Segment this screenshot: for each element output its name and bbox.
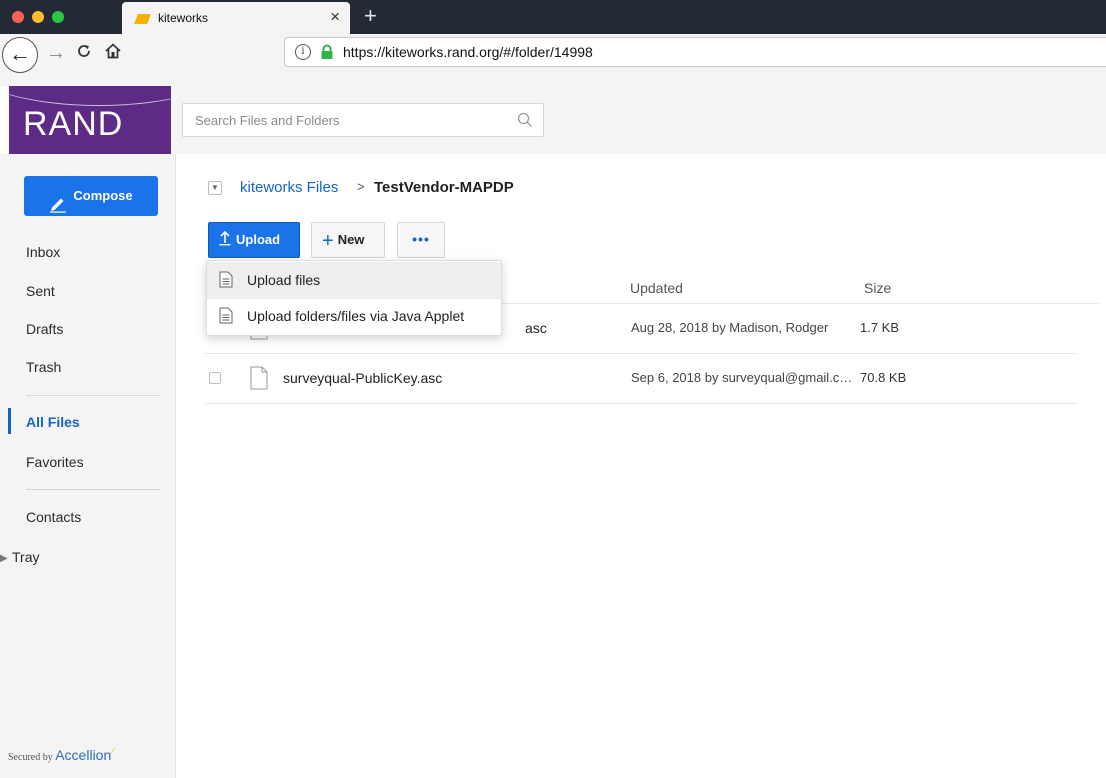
tab-close-icon[interactable]: × [330, 7, 340, 27]
active-item-marker [8, 408, 11, 434]
url-text[interactable]: https://kiteworks.rand.org/#/folder/1499… [343, 44, 593, 60]
upload-button[interactable]: Upload [208, 222, 300, 258]
search-box[interactable] [182, 103, 544, 137]
home-icon[interactable] [104, 42, 122, 65]
file-size: 70.8 KB [860, 370, 907, 385]
new-button[interactable]: + New [311, 222, 385, 258]
kiteworks-favicon-icon [134, 14, 151, 24]
sidebar-item-inbox[interactable]: Inbox [26, 244, 60, 260]
file-updated: Aug 28, 2018 by Madison, Rodger [631, 320, 829, 335]
accellion-brand: Accellion [55, 747, 112, 763]
window-zoom-dot[interactable] [52, 11, 64, 23]
browser-tab-kiteworks[interactable]: kiteworks × [122, 2, 350, 34]
folder-tree-toggle-icon[interactable]: ▼ [208, 181, 222, 195]
table-row[interactable]: surveyqual-PublicKey.asc Sep 6, 2018 by … [205, 354, 1077, 404]
secured-by-prefix: Secured by [8, 752, 53, 763]
sidebar-item-all-files[interactable]: All Files [26, 414, 80, 430]
document-icon [219, 271, 233, 288]
new-label: New [337, 232, 365, 247]
menu-item-upload-files[interactable]: Upload files [207, 262, 501, 299]
back-arrow-icon[interactable]: ← [2, 37, 38, 73]
site-info-icon[interactable]: i [295, 44, 311, 60]
tray-expand-arrow-icon[interactable]: ▶ [0, 553, 8, 564]
logo-arc-decoration [9, 86, 171, 106]
window-minimize-dot[interactable] [32, 11, 44, 23]
more-actions-button[interactable]: ••• [397, 222, 445, 258]
address-bar[interactable]: i https://kiteworks.rand.org/#/folder/14… [284, 37, 1106, 67]
browser-navbar: ← → i https://kiteworks.rand.org/#/folde… [0, 34, 1106, 86]
file-size: 1.7 KB [860, 320, 900, 335]
forward-arrow-icon[interactable]: → [46, 42, 66, 65]
reload-icon[interactable] [76, 43, 92, 64]
menu-item-label: Upload files [247, 272, 321, 288]
file-name[interactable]: surveyqual-PublicKey.asc [283, 370, 442, 386]
window-close-dot[interactable] [12, 11, 24, 23]
sidebar-item-contacts[interactable]: Contacts [26, 509, 81, 525]
kiteworks-window: kiteworks × + ← → i https://kiteworks.ra… [0, 0, 1106, 778]
accellion-mark-icon: ⁄ [111, 746, 114, 758]
menu-item-label: Upload folders/files via Java Applet [247, 308, 465, 324]
menu-item-upload-java-applet[interactable]: Upload folders/files via Java Applet [207, 298, 501, 335]
lock-icon[interactable] [319, 44, 335, 60]
secured-by-footer[interactable]: Secured by Accellion⁄ [8, 746, 114, 763]
sidebar-item-trash[interactable]: Trash [26, 359, 61, 375]
pencil-icon [49, 189, 67, 213]
breadcrumb-current: TestVendor-MAPDP [374, 179, 514, 196]
sidebar: Compose Inbox Sent Drafts Trash All File… [0, 154, 176, 778]
browser-tabbar: kiteworks × + [0, 0, 1106, 34]
sidebar-divider [26, 489, 160, 490]
tab-title: kiteworks [158, 11, 209, 25]
logo-text: RAND [23, 105, 124, 143]
column-header-size[interactable]: Size [864, 280, 891, 296]
document-icon [219, 307, 233, 324]
sidebar-item-sent[interactable]: Sent [26, 283, 55, 299]
file-updated: Sep 6, 2018 by surveyqual@gmail.c… [631, 370, 853, 385]
breadcrumb-separator: > [357, 179, 365, 194]
sidebar-item-favorites[interactable]: Favorites [26, 454, 84, 470]
breadcrumb-root-link[interactable]: kiteworks Files [240, 179, 338, 196]
sidebar-divider [26, 395, 160, 396]
search-icon[interactable] [517, 112, 533, 128]
row-checkbox[interactable] [209, 372, 221, 384]
plus-icon: + [322, 230, 334, 252]
compose-button[interactable]: Compose [24, 176, 158, 216]
main-content: ▼ kiteworks Files > TestVendor-MAPDP Upl… [177, 154, 1106, 778]
search-input[interactable] [183, 104, 503, 136]
rand-logo[interactable]: RAND [9, 86, 171, 154]
sidebar-item-tray[interactable]: Tray [12, 549, 39, 565]
upload-label: Upload [236, 232, 281, 247]
compose-label: Compose [73, 188, 133, 203]
sidebar-item-drafts[interactable]: Drafts [26, 321, 63, 337]
document-icon [249, 366, 269, 390]
column-header-updated[interactable]: Updated [630, 280, 683, 296]
upload-dropdown-menu: Upload files Upload folders/files via Ja… [206, 260, 502, 336]
file-name[interactable]: asc [525, 320, 547, 336]
new-tab-plus-icon[interactable]: + [364, 3, 377, 29]
upload-arrow-icon [219, 225, 231, 259]
